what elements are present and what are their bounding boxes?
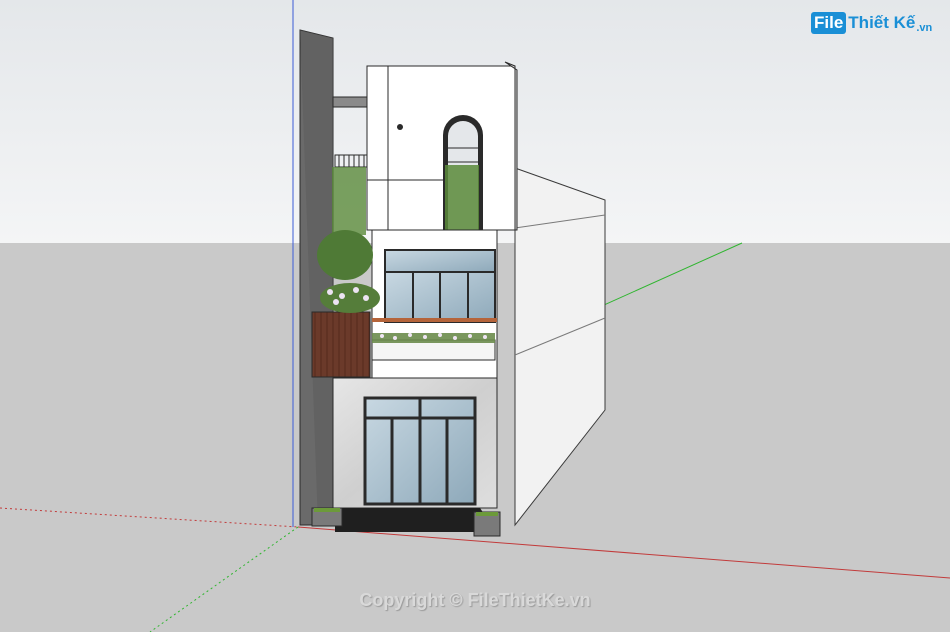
wood-planter: [311, 311, 371, 378]
logo-file-box: File: [811, 12, 847, 34]
scene-svg: [0, 0, 950, 633]
sketchup-viewport[interactable]: File Thiết Kế .vn Copyright © FileThietK…: [0, 0, 950, 633]
logo-text: Thiết Kế: [848, 13, 916, 32]
upper-facade: [366, 65, 516, 231]
front-steps: [335, 508, 496, 532]
copyright-watermark: Copyright © FileThietKe.vn: [359, 590, 591, 610]
logo-suffix: .vn: [916, 22, 933, 34]
filethietke-logo: File Thiết Kế .vn: [811, 12, 932, 34]
